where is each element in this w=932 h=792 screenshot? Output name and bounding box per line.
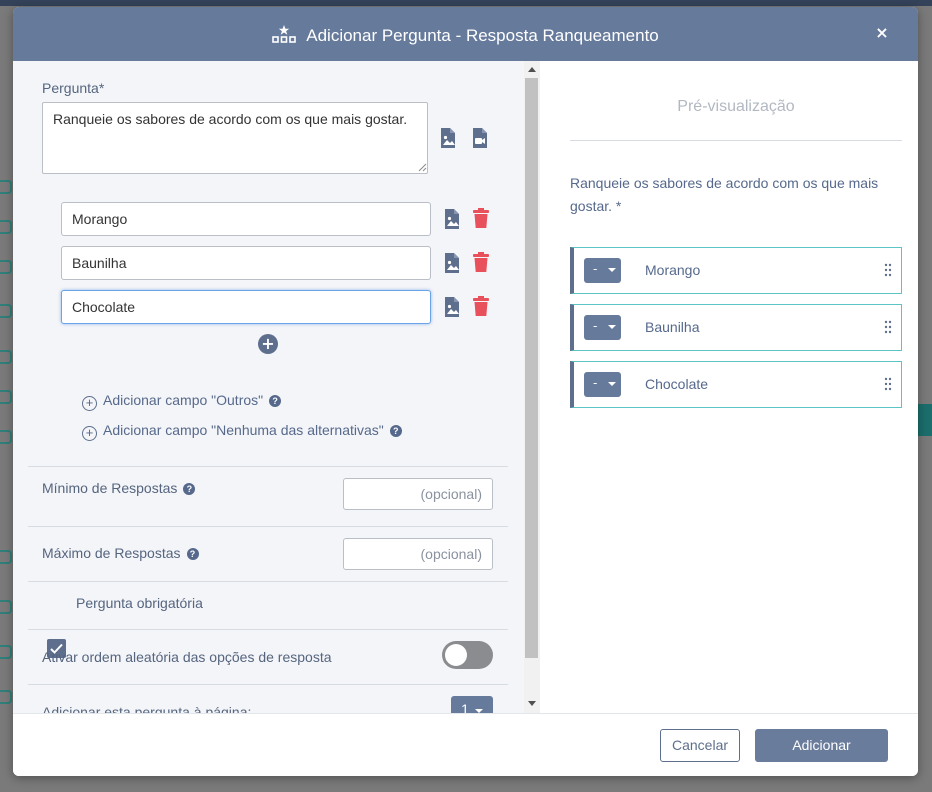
min-responses-label: Mínimo de Respostas: [42, 480, 178, 496]
help-icon[interactable]: ?: [186, 548, 199, 560]
rank-item-1[interactable]: - Morango: [570, 247, 902, 294]
modal-title-row: Adicionar Pergunta - Resposta Ranqueamen…: [13, 24, 918, 49]
modal-header: Adicionar Pergunta - Resposta Ranqueamen…: [13, 7, 918, 61]
option-input-3[interactable]: Chocolate: [61, 290, 431, 324]
rank-value: -: [593, 262, 598, 276]
option-3-image-icon[interactable]: [443, 296, 461, 318]
rank-item-2[interactable]: - Baunilha: [570, 304, 902, 351]
divider: [570, 140, 902, 141]
rank-dropdown[interactable]: -: [584, 315, 621, 340]
rank-value: -: [593, 376, 598, 390]
add-button[interactable]: Adicionar: [755, 729, 888, 762]
rank-item-label: Chocolate: [645, 376, 709, 392]
preview-question: Ranqueie os sabores de acordo com os que…: [570, 175, 879, 214]
required-label[interactable]: Pergunta obrigatória: [76, 595, 203, 611]
option-2-trash-icon[interactable]: [472, 252, 490, 273]
option-input-1[interactable]: Morango: [61, 202, 431, 236]
min-responses-input[interactable]: (opcional): [343, 478, 493, 510]
max-responses-label: Máximo de Respostas: [42, 545, 181, 561]
page-select[interactable]: 1: [451, 696, 493, 713]
add-image-icon[interactable]: [439, 127, 457, 149]
chevron-down-icon: [608, 382, 616, 386]
rank-value: -: [593, 319, 598, 333]
close-icon[interactable]: ×: [874, 23, 890, 43]
rank-dropdown[interactable]: -: [584, 258, 621, 283]
max-responses-input[interactable]: (opcional): [343, 538, 493, 570]
help-icon[interactable]: ?: [183, 483, 196, 495]
add-option-button[interactable]: +: [258, 334, 278, 354]
question-label: Pergunta*: [42, 80, 105, 96]
question-textarea[interactable]: Ranqueie os sabores de acordo com os que…: [42, 102, 428, 174]
add-circle-icon: +: [82, 426, 97, 441]
add-question-modal: Adicionar Pergunta - Resposta Ranqueamen…: [13, 7, 918, 776]
modal-footer: Cancelar Adicionar: [13, 713, 918, 776]
add-circle-icon: +: [82, 396, 97, 411]
background-topbar: [0, 0, 932, 6]
chevron-down-icon: [608, 325, 616, 329]
max-responses-row: Máximo de Respostas?: [42, 545, 199, 561]
cancel-button[interactable]: Cancelar: [660, 729, 740, 762]
divider: [28, 581, 508, 582]
help-icon[interactable]: ?: [389, 425, 402, 437]
drag-handle-icon[interactable]: [884, 320, 892, 334]
background-right-edge: [918, 60, 932, 720]
add-other-field-link[interactable]: + Adicionar campo "Outros"?: [82, 392, 282, 411]
divider: [28, 526, 508, 527]
scroll-down-icon[interactable]: [528, 701, 536, 706]
chevron-down-icon: [608, 268, 616, 272]
add-video-icon[interactable]: [471, 127, 489, 149]
help-icon[interactable]: ?: [269, 395, 282, 407]
resize-grip-icon[interactable]: [418, 163, 427, 172]
background-left-sidebar: [0, 60, 14, 720]
option-1-trash-icon[interactable]: [472, 208, 490, 229]
option-input-2[interactable]: Baunilha: [61, 246, 431, 280]
add-none-label: Adicionar campo "Nenhuma das alternativa…: [103, 422, 384, 438]
drag-handle-icon[interactable]: [884, 263, 892, 277]
min-responses-row: Mínimo de Respostas?: [42, 480, 196, 496]
question-form-panel: Pergunta* Ranqueie os sabores de acordo …: [13, 61, 540, 713]
add-none-field-link[interactable]: + Adicionar campo "Nenhuma das alternativ…: [82, 422, 402, 441]
add-other-label: Adicionar campo "Outros": [103, 392, 264, 408]
add-to-page-label: Adicionar esta pergunta à página:: [42, 704, 252, 713]
divider: [28, 629, 508, 630]
rank-item-3[interactable]: - Chocolate: [570, 361, 902, 408]
drag-handle-icon[interactable]: [884, 377, 892, 391]
random-order-label: Ativar ordem aleatória das opções de res…: [42, 649, 332, 665]
option-2-image-icon[interactable]: [443, 252, 461, 274]
divider: [28, 466, 508, 467]
option-1-image-icon[interactable]: [443, 208, 461, 230]
option-3-trash-icon[interactable]: [472, 296, 490, 317]
scrollbar-thumb[interactable]: [525, 78, 538, 658]
scroll-up-icon[interactable]: [528, 67, 536, 72]
toggle-knob: [445, 644, 467, 666]
rank-item-label: Baunilha: [645, 319, 700, 335]
form-scrollbar[interactable]: [524, 61, 540, 713]
divider: [28, 684, 508, 685]
rank-dropdown[interactable]: -: [584, 372, 621, 397]
ranking-icon: [272, 24, 297, 49]
page-select-value: 1: [461, 701, 469, 713]
modal-title: Adicionar Pergunta - Resposta Ranqueamen…: [306, 26, 659, 45]
rank-item-label: Morango: [645, 262, 701, 278]
random-order-toggle[interactable]: [442, 641, 493, 669]
preview-title: Pré-visualização: [677, 98, 795, 115]
preview-panel: Pré-visualização Ranqueie os sabores de …: [540, 61, 918, 713]
